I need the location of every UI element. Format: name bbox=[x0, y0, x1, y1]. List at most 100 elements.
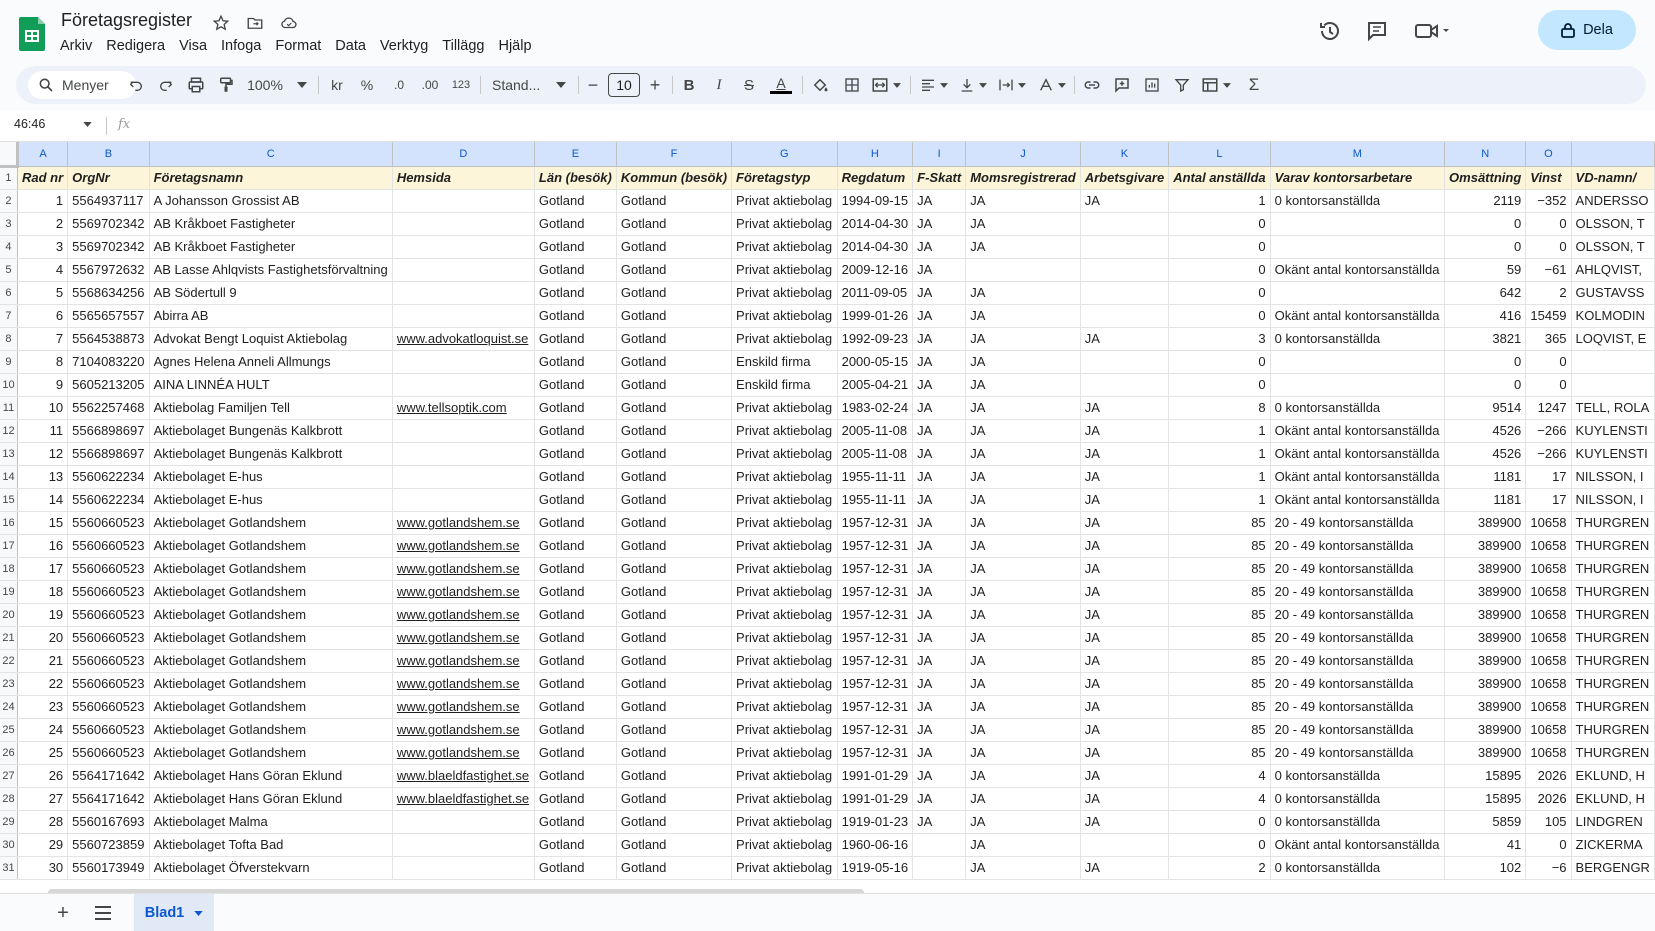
table-cell[interactable]: Gotland bbox=[616, 695, 733, 719]
menu-redigera[interactable]: Redigera bbox=[99, 36, 172, 56]
table-cell[interactable]: Gotland bbox=[534, 350, 617, 374]
row-number[interactable]: 22 bbox=[0, 649, 18, 673]
table-cell[interactable]: AB Södertull 9 bbox=[149, 281, 393, 305]
table-cell[interactable]: 21 bbox=[17, 649, 69, 673]
table-cell[interactable]: 0 bbox=[1525, 212, 1572, 236]
currency-format-button[interactable]: kr bbox=[326, 66, 348, 104]
table-cell[interactable]: 1957-12-31 bbox=[837, 649, 914, 673]
table-cell[interactable]: THURGREN bbox=[1571, 741, 1655, 765]
table-cell[interactable]: 27 bbox=[17, 787, 69, 811]
row-number[interactable]: 19 bbox=[0, 580, 18, 604]
table-cell[interactable] bbox=[1270, 281, 1446, 305]
font-size-increase-button[interactable]: + bbox=[644, 66, 666, 104]
table-cell[interactable]: Gotland bbox=[616, 626, 733, 650]
table-cell[interactable]: JA bbox=[1080, 741, 1170, 765]
number-format-button[interactable]: 123 bbox=[448, 66, 474, 104]
table-cell[interactable]: JA bbox=[965, 189, 1081, 213]
table-cell[interactable]: JA bbox=[965, 281, 1081, 305]
website-link-cell[interactable]: www.gotlandshem.se bbox=[392, 741, 535, 765]
table-cell[interactable]: 1 bbox=[1168, 189, 1271, 213]
insert-link-icon[interactable] bbox=[1080, 66, 1104, 104]
table-cell[interactable]: 10658 bbox=[1525, 603, 1572, 627]
document-title[interactable]: Företagsregister bbox=[61, 10, 192, 31]
table-cell[interactable]: 5564538873 bbox=[67, 327, 150, 351]
table-cell[interactable] bbox=[912, 856, 967, 880]
table-cell[interactable]: Gotland bbox=[616, 235, 733, 259]
table-cell[interactable]: 1181 bbox=[1444, 465, 1527, 489]
table-cell[interactable]: 102 bbox=[1444, 856, 1527, 880]
header-cell[interactable]: F-Skatt bbox=[912, 166, 967, 190]
table-cell[interactable]: Okänt antal kontorsanställda bbox=[1270, 304, 1446, 328]
table-cell[interactable]: −352 bbox=[1525, 189, 1572, 213]
table-cell[interactable]: JA bbox=[1080, 511, 1170, 535]
column-header-e[interactable]: E bbox=[534, 142, 617, 167]
table-cell[interactable]: Privat aktiebolag bbox=[731, 258, 838, 282]
table-cell[interactable]: 85 bbox=[1168, 718, 1271, 742]
table-cell[interactable]: 2 bbox=[17, 212, 69, 236]
table-cell[interactable]: Privat aktiebolag bbox=[731, 327, 838, 351]
table-cell[interactable] bbox=[392, 442, 535, 466]
row-number[interactable]: 15 bbox=[0, 488, 18, 512]
text-color-button[interactable]: A bbox=[768, 66, 794, 104]
table-cell[interactable]: Privat aktiebolag bbox=[731, 787, 838, 811]
table-cell[interactable]: 1992-09-23 bbox=[837, 327, 914, 351]
all-sheets-icon[interactable] bbox=[92, 902, 114, 924]
table-cell[interactable] bbox=[1080, 833, 1170, 857]
table-cell[interactable]: THURGREN bbox=[1571, 672, 1655, 696]
table-cell[interactable]: 389900 bbox=[1444, 741, 1527, 765]
table-cell[interactable]: Aktiebolaget Gotlandshem bbox=[149, 511, 393, 535]
table-cell[interactable]: Privat aktiebolag bbox=[731, 856, 838, 880]
sheets-logo-icon[interactable] bbox=[19, 15, 47, 51]
percent-format-button[interactable]: % bbox=[356, 66, 378, 104]
website-link-cell[interactable]: www.gotlandshem.se bbox=[392, 557, 535, 581]
table-cell[interactable]: JA bbox=[1080, 327, 1170, 351]
column-header-p[interactable] bbox=[1571, 142, 1655, 167]
table-cell[interactable]: 41 bbox=[1444, 833, 1527, 857]
table-cell[interactable]: JA bbox=[965, 833, 1081, 857]
table-cell[interactable]: 1247 bbox=[1525, 396, 1572, 420]
table-cell[interactable]: 389900 bbox=[1444, 718, 1527, 742]
table-cell[interactable]: 5560622234 bbox=[67, 465, 150, 489]
table-cell[interactable]: 1957-12-31 bbox=[837, 672, 914, 696]
table-cell[interactable]: Privat aktiebolag bbox=[731, 810, 838, 834]
table-cell[interactable]: 0 bbox=[1168, 304, 1271, 328]
table-cell[interactable]: 1957-12-31 bbox=[837, 626, 914, 650]
table-cell[interactable]: Privat aktiebolag bbox=[731, 649, 838, 673]
table-cell[interactable]: JA bbox=[965, 557, 1081, 581]
table-cell[interactable]: Privat aktiebolag bbox=[731, 304, 838, 328]
row-number[interactable]: 28 bbox=[0, 787, 18, 811]
table-cell[interactable]: 5560723859 bbox=[67, 833, 150, 857]
table-cell[interactable]: Gotland bbox=[616, 810, 733, 834]
header-cell[interactable]: Län (besök) bbox=[534, 166, 617, 190]
table-cell[interactable]: −61 bbox=[1525, 258, 1572, 282]
table-cell[interactable]: Gotland bbox=[616, 856, 733, 880]
table-cell[interactable] bbox=[1571, 350, 1655, 374]
table-cell[interactable]: JA bbox=[965, 304, 1081, 328]
table-cell[interactable]: 5560660523 bbox=[67, 603, 150, 627]
font-size-input[interactable]: 10 bbox=[608, 66, 640, 104]
table-cell[interactable]: JA bbox=[965, 442, 1081, 466]
table-cell[interactable]: JA bbox=[965, 764, 1081, 788]
header-cell[interactable]: Antal anställda bbox=[1168, 166, 1271, 190]
table-cell[interactable]: 0 bbox=[1525, 373, 1572, 397]
table-cell[interactable] bbox=[1080, 373, 1170, 397]
table-cell[interactable]: 1999-01-26 bbox=[837, 304, 914, 328]
table-cell[interactable]: 0 bbox=[1444, 235, 1527, 259]
table-cell[interactable]: 5569702342 bbox=[67, 235, 150, 259]
website-link-cell[interactable]: www.tellsoptik.com bbox=[392, 396, 535, 420]
column-header-g[interactable]: G bbox=[731, 142, 838, 167]
table-cell[interactable]: JA bbox=[1080, 810, 1170, 834]
meet-icon[interactable] bbox=[1410, 16, 1456, 46]
column-header-n[interactable]: N bbox=[1444, 142, 1527, 167]
table-cell[interactable]: Gotland bbox=[534, 603, 617, 627]
table-cell[interactable]: 10658 bbox=[1525, 580, 1572, 604]
table-cell[interactable] bbox=[1080, 281, 1170, 305]
table-cell[interactable]: JA bbox=[965, 741, 1081, 765]
table-cell[interactable]: Gotland bbox=[534, 212, 617, 236]
table-cell[interactable]: THURGREN bbox=[1571, 718, 1655, 742]
table-cell[interactable]: JA bbox=[965, 235, 1081, 259]
table-cell[interactable]: 4 bbox=[17, 258, 69, 282]
table-cell[interactable]: 5566898697 bbox=[67, 442, 150, 466]
column-header-m[interactable]: M bbox=[1270, 142, 1446, 167]
table-cell[interactable]: Privat aktiebolag bbox=[731, 442, 838, 466]
